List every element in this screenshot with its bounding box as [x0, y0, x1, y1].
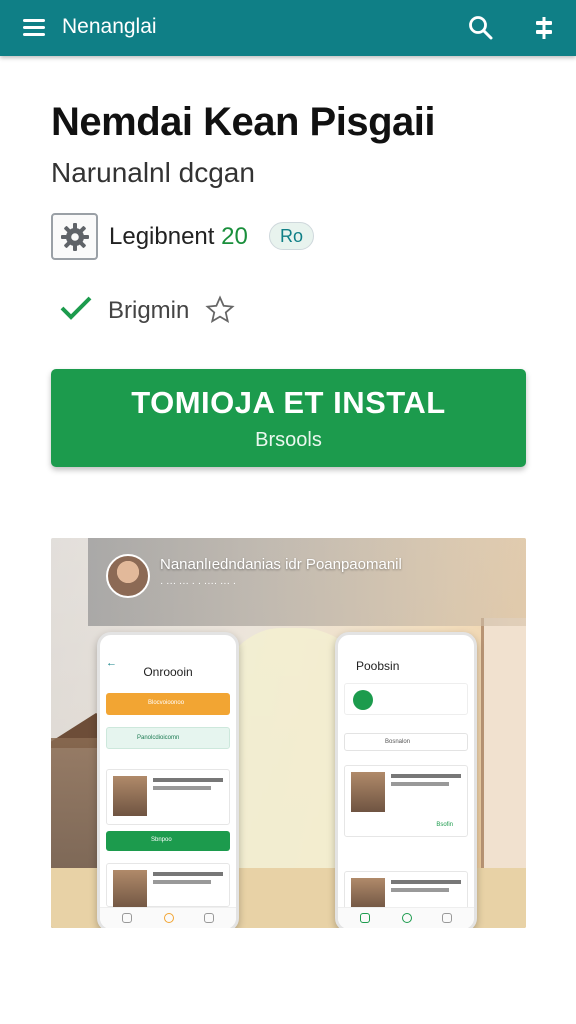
app-screenshot[interactable]: Nananlıedndanias idr Poanpaomanil · ··· …: [51, 538, 526, 928]
phone-left-pill: Panolcdioicomn: [106, 727, 230, 749]
profile-photo: [351, 878, 385, 910]
phone-right-title: Poobsin: [356, 659, 400, 673]
rating-text: Legibnent 20: [109, 223, 248, 251]
install-button[interactable]: TOMIOJA ET INSTAL Brsools: [51, 369, 526, 467]
tune-icon[interactable]: [528, 12, 560, 44]
rating-label: Legibnent: [109, 223, 215, 250]
app-title: Nemdai Kean Pisgaii: [51, 100, 435, 144]
profile-photo: [351, 772, 385, 812]
background-building: [481, 618, 526, 878]
profile-photo: [113, 870, 147, 910]
gear-icon: [51, 213, 98, 260]
star-icon[interactable]: [205, 295, 235, 325]
phone-left-card: [106, 863, 230, 910]
check-icon: [60, 296, 92, 320]
phone-right-link: Bsofin: [436, 822, 453, 828]
rating-row: Legibnent 20 Ro: [51, 213, 451, 261]
phone-right-logo: [353, 690, 373, 710]
phone-right-card: Bsofin: [344, 765, 468, 837]
verified-row: Brigmin: [55, 292, 355, 332]
phone-right-select: Bosnalon: [344, 733, 468, 751]
phone-mockup-left: ← Onroooin Blocvoioonoo Panolcdioicomn S…: [97, 632, 239, 928]
phone-left-title: Onroooin: [143, 665, 193, 679]
install-label: TOMIOJA ET INSTAL: [131, 385, 446, 420]
phone-right-header-card: [344, 683, 468, 715]
app-bar: Nenanglai: [0, 0, 576, 56]
phone-right-nav: [338, 907, 474, 928]
phone-left-card: [106, 769, 230, 825]
banner-title: Nananlıedndanias idr Poanpaomanil: [160, 556, 402, 573]
phone-left-button: Sbnpoo: [106, 831, 230, 851]
banner-subtitle: · ··· ··· · · ···· ··· ·: [160, 578, 237, 589]
status-badge: Ro: [269, 222, 315, 250]
app-bar-title: Nenanglai: [62, 15, 157, 38]
menu-icon[interactable]: [20, 14, 48, 42]
screenshot-banner: Nananlıedndanias idr Poanpaomanil · ··· …: [88, 538, 526, 626]
phone-mockup-right: Poobsin Bosnalon Bsofin: [335, 632, 477, 928]
verified-label: Brigmin: [108, 297, 190, 324]
profile-photo: [113, 776, 147, 816]
install-sublabel: Brsools: [255, 429, 322, 451]
phone-left-orange-row: Blocvoioonoo: [106, 693, 230, 715]
avatar: [106, 554, 150, 598]
search-icon[interactable]: [465, 12, 497, 44]
rating-value: 20: [221, 223, 248, 250]
developer-name[interactable]: Narunalnl dcgan: [51, 157, 255, 189]
phone-left-nav: [100, 907, 236, 928]
